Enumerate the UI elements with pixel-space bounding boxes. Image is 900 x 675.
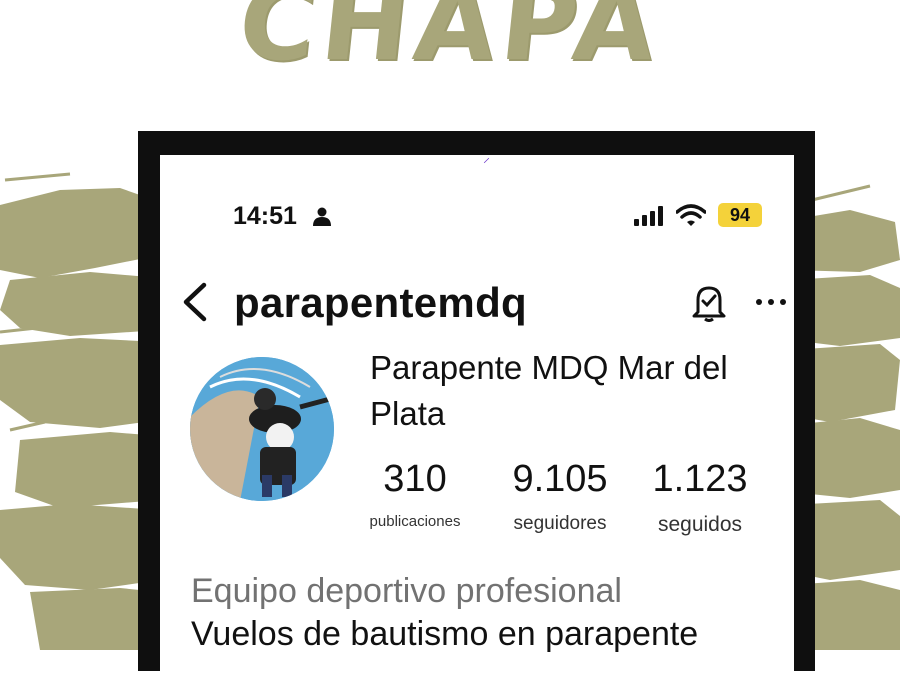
stat-label: seguidores bbox=[513, 513, 607, 534]
person-icon bbox=[313, 207, 331, 226]
profile-username: parapentemdq bbox=[234, 279, 527, 326]
purple-mark: ⸝ bbox=[483, 155, 490, 165]
signal-icon bbox=[634, 206, 663, 226]
stat-seguidos[interactable]: 1.123 seguidos bbox=[640, 457, 760, 537]
stat-seguidores[interactable]: 9.105 seguidores bbox=[500, 457, 620, 535]
battery-indicator: 94 bbox=[718, 203, 762, 227]
bell-icon[interactable] bbox=[690, 282, 728, 322]
phone-screen: ⸝ 14:51 94 parapentemdq Parapente MDQ Ma… bbox=[160, 155, 794, 675]
stat-label: publicaciones bbox=[369, 513, 461, 530]
headline-title: CHAPA bbox=[233, 0, 667, 84]
profile-display-name: Parapente MDQ Mar del Plata bbox=[370, 349, 728, 432]
more-icon[interactable] bbox=[755, 295, 787, 309]
status-time: 14:51 bbox=[233, 202, 297, 230]
bio-category: Equipo deportivo profesional bbox=[191, 572, 622, 610]
stat-value: 9.105 bbox=[512, 458, 608, 500]
stat-value: 310 bbox=[383, 458, 447, 500]
bio-line: Vuelos de bautismo en parapente bbox=[191, 615, 699, 653]
back-arrow-icon[interactable] bbox=[180, 281, 210, 323]
stat-publicaciones[interactable]: 310 publicaciones bbox=[350, 457, 480, 530]
stat-label: seguidos bbox=[657, 513, 743, 536]
stat-value: 1.123 bbox=[652, 458, 748, 500]
wifi-icon bbox=[676, 204, 706, 226]
profile-avatar[interactable] bbox=[190, 357, 334, 501]
